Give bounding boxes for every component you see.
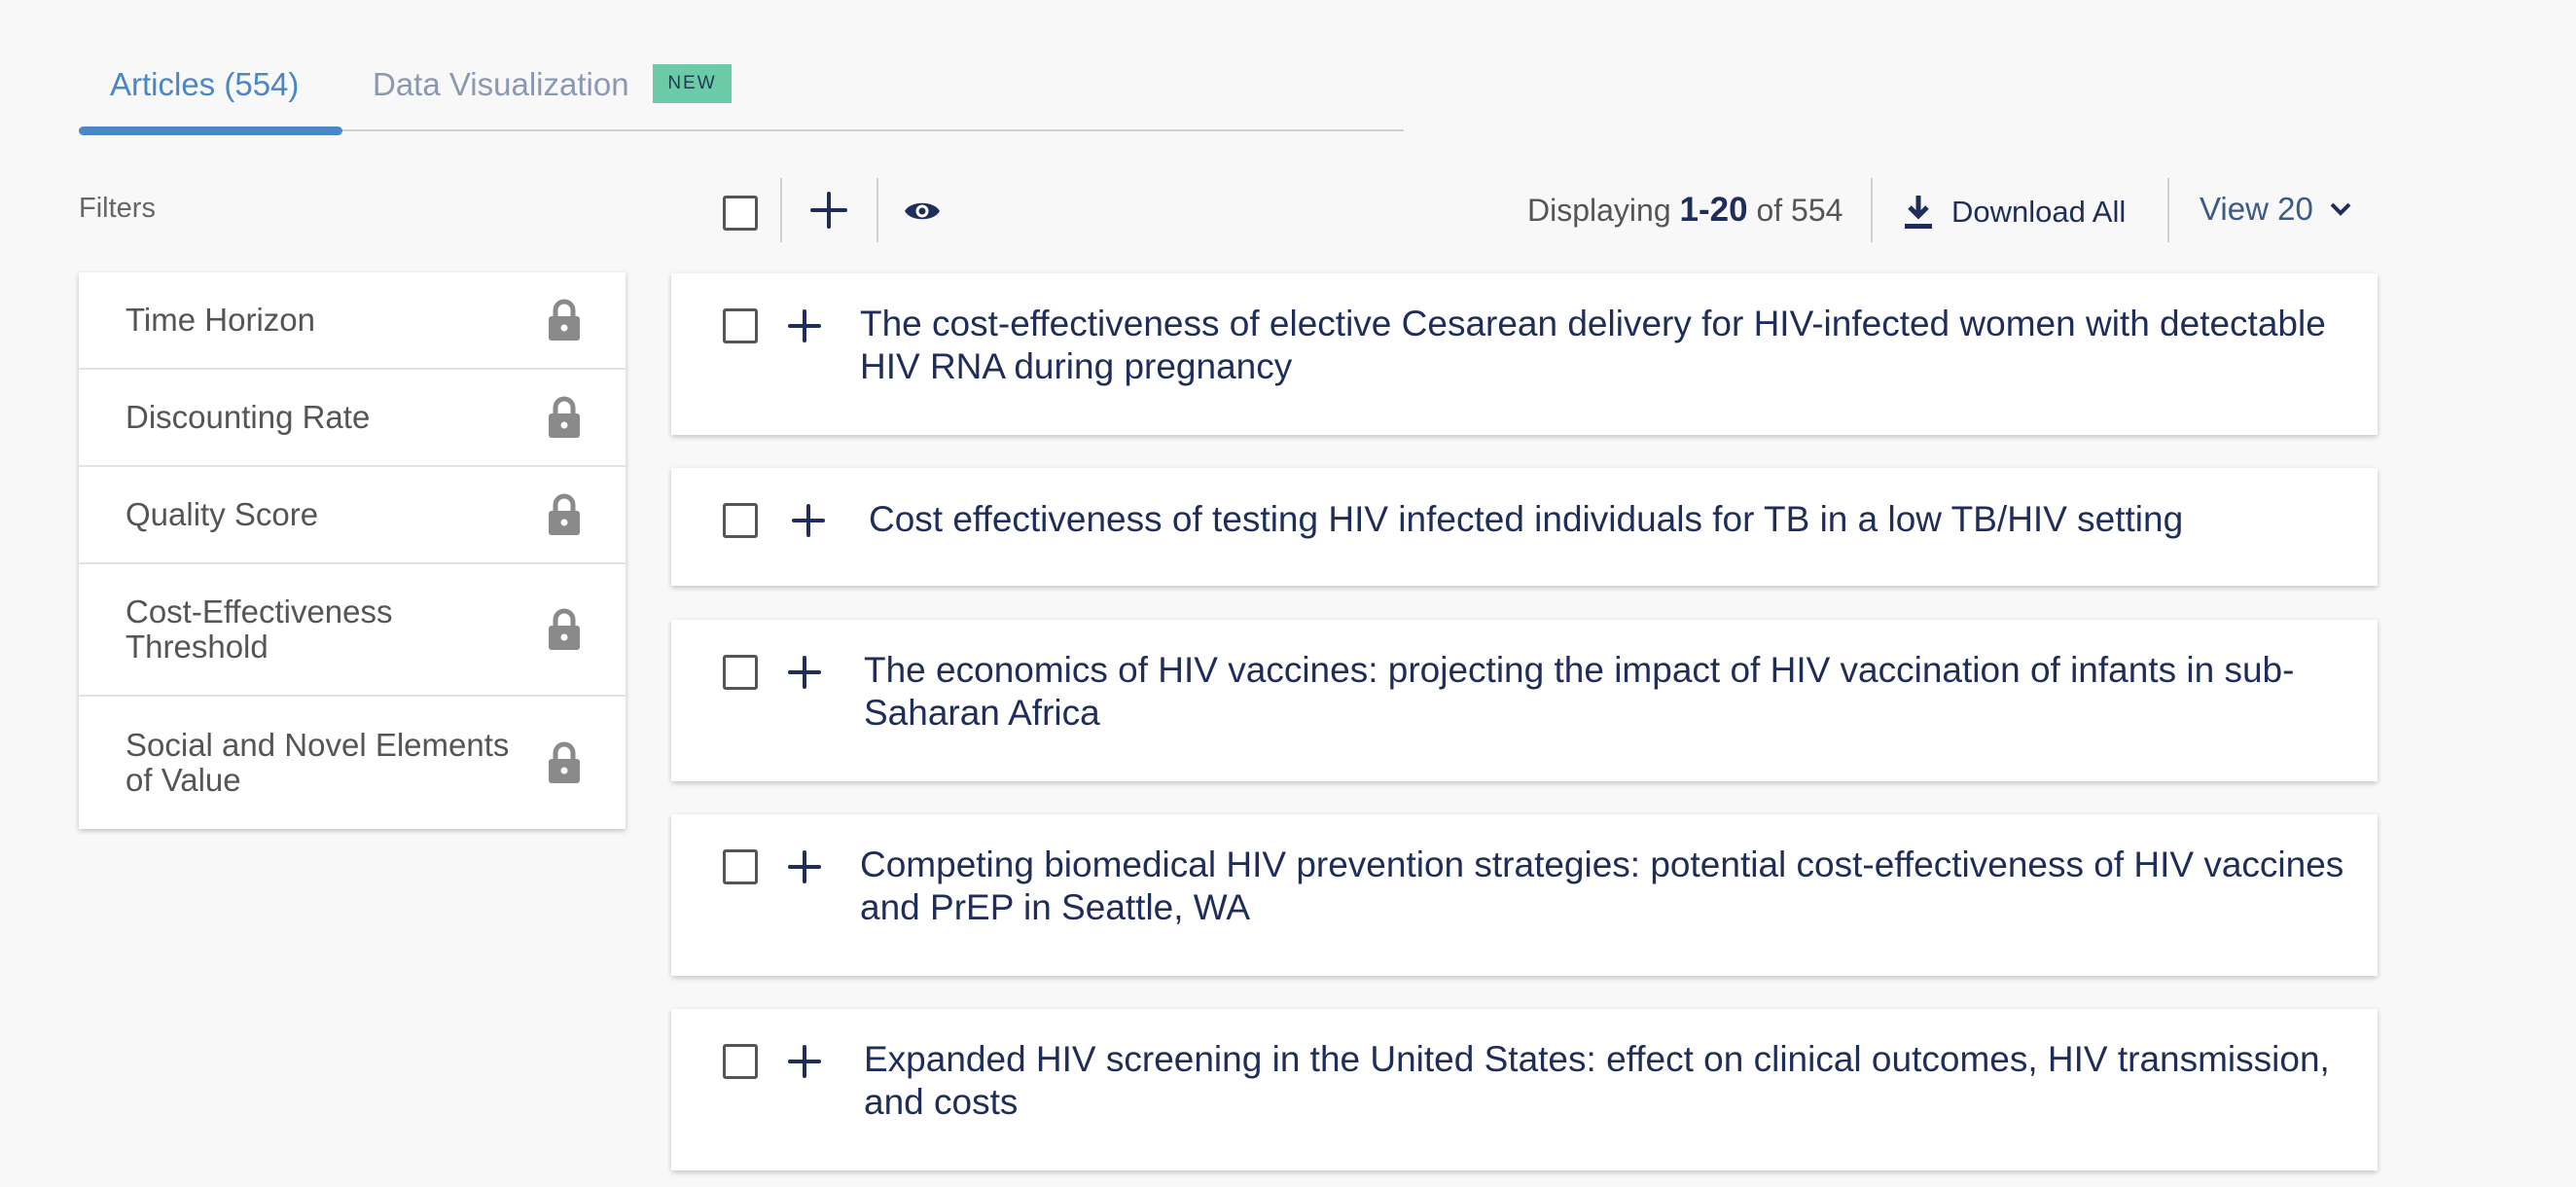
add-icon[interactable] [787,849,822,884]
pagination-status: Displaying 1-20 of 554 [1527,191,1843,230]
add-icon[interactable] [787,655,822,690]
toolbar-divider [780,178,782,242]
article-title[interactable]: Expanded HIV screening in the United Sta… [864,1038,2381,1124]
article-title[interactable]: The cost-effectiveness of elective Cesar… [860,303,2378,388]
article-card[interactable]: Competing biomedical HIV prevention stra… [671,814,2378,976]
lock-icon [549,299,580,341]
tab-bar: Articles (554) Data Visualization NEW [79,39,1404,135]
filter-label: Discounting Rate [125,399,371,435]
select-all-checkbox[interactable] [723,196,758,231]
tab-data-visualization[interactable]: Data Visualization [373,66,629,103]
displaying-prefix: Displaying [1527,193,1671,228]
filter-label: Time Horizon [125,302,315,338]
article-checkbox[interactable] [723,308,758,343]
add-icon[interactable] [787,308,822,343]
filter-time-horizon[interactable]: Time Horizon [79,272,626,370]
new-badge: NEW [653,64,732,103]
add-icon[interactable] [791,503,826,538]
filter-label: Quality Score [125,496,319,532]
toolbar-divider [2167,178,2169,242]
tab-articles-label: Articles (554) [110,66,300,102]
view-count-label: View 20 [2200,191,2313,227]
filter-label: Cost-Effectiveness Threshold [125,594,393,665]
view-count-dropdown[interactable]: View 20 [2200,191,2352,228]
article-card[interactable]: Cost effectiveness of testing HIV infect… [671,468,2378,586]
toolbar-divider [877,178,878,242]
article-checkbox[interactable] [723,503,758,538]
filter-cost-effectiveness-threshold[interactable]: Cost-Effectiveness Threshold [79,564,626,697]
article-card[interactable]: The economics of HIV vaccines: projectin… [671,620,2378,781]
filter-social-novel-elements[interactable]: Social and Novel Elements of Value [79,697,626,829]
lock-icon [549,608,580,650]
article-card[interactable]: The cost-effectiveness of elective Cesar… [671,273,2378,435]
lock-icon [549,493,580,535]
filter-quality-score[interactable]: Quality Score [79,467,626,564]
article-checkbox[interactable] [723,849,758,884]
filter-discounting-rate[interactable]: Discounting Rate [79,370,626,467]
lock-icon [549,396,580,438]
article-checkbox[interactable] [723,1044,758,1079]
download-icon [1905,196,1932,229]
article-checkbox[interactable] [723,655,758,690]
download-all-button[interactable]: Download All [1903,191,2126,234]
article-card[interactable]: Expanded HIV screening in the United Sta… [671,1009,2378,1170]
article-title[interactable]: Cost effectiveness of testing HIV infect… [869,498,2386,541]
displaying-total: of 554 [1756,193,1843,228]
download-all-label: Download All [1951,195,2127,229]
chevron-down-icon [2330,202,2351,216]
tab-data-visualization-label: Data Visualization [373,66,629,102]
displaying-range: 1-20 [1679,191,1748,229]
article-title[interactable]: Competing biomedical HIV prevention stra… [860,844,2378,929]
add-icon[interactable] [809,191,848,230]
add-icon[interactable] [787,1044,822,1079]
filter-label: Social and Novel Elements of Value [125,727,510,798]
filters-heading: Filters [79,193,156,224]
page: Articles (554) Data Visualization NEW Fi… [0,0,2576,1187]
eye-icon[interactable] [903,197,942,226]
active-tab-indicator [79,126,342,135]
toolbar-divider [1871,178,1873,242]
article-title[interactable]: The economics of HIV vaccines: projectin… [864,649,2381,735]
tab-articles[interactable]: Articles (554) [110,66,299,103]
filter-panel: Time Horizon Discounting Rate Quality Sc… [79,272,626,829]
lock-icon [549,741,580,783]
